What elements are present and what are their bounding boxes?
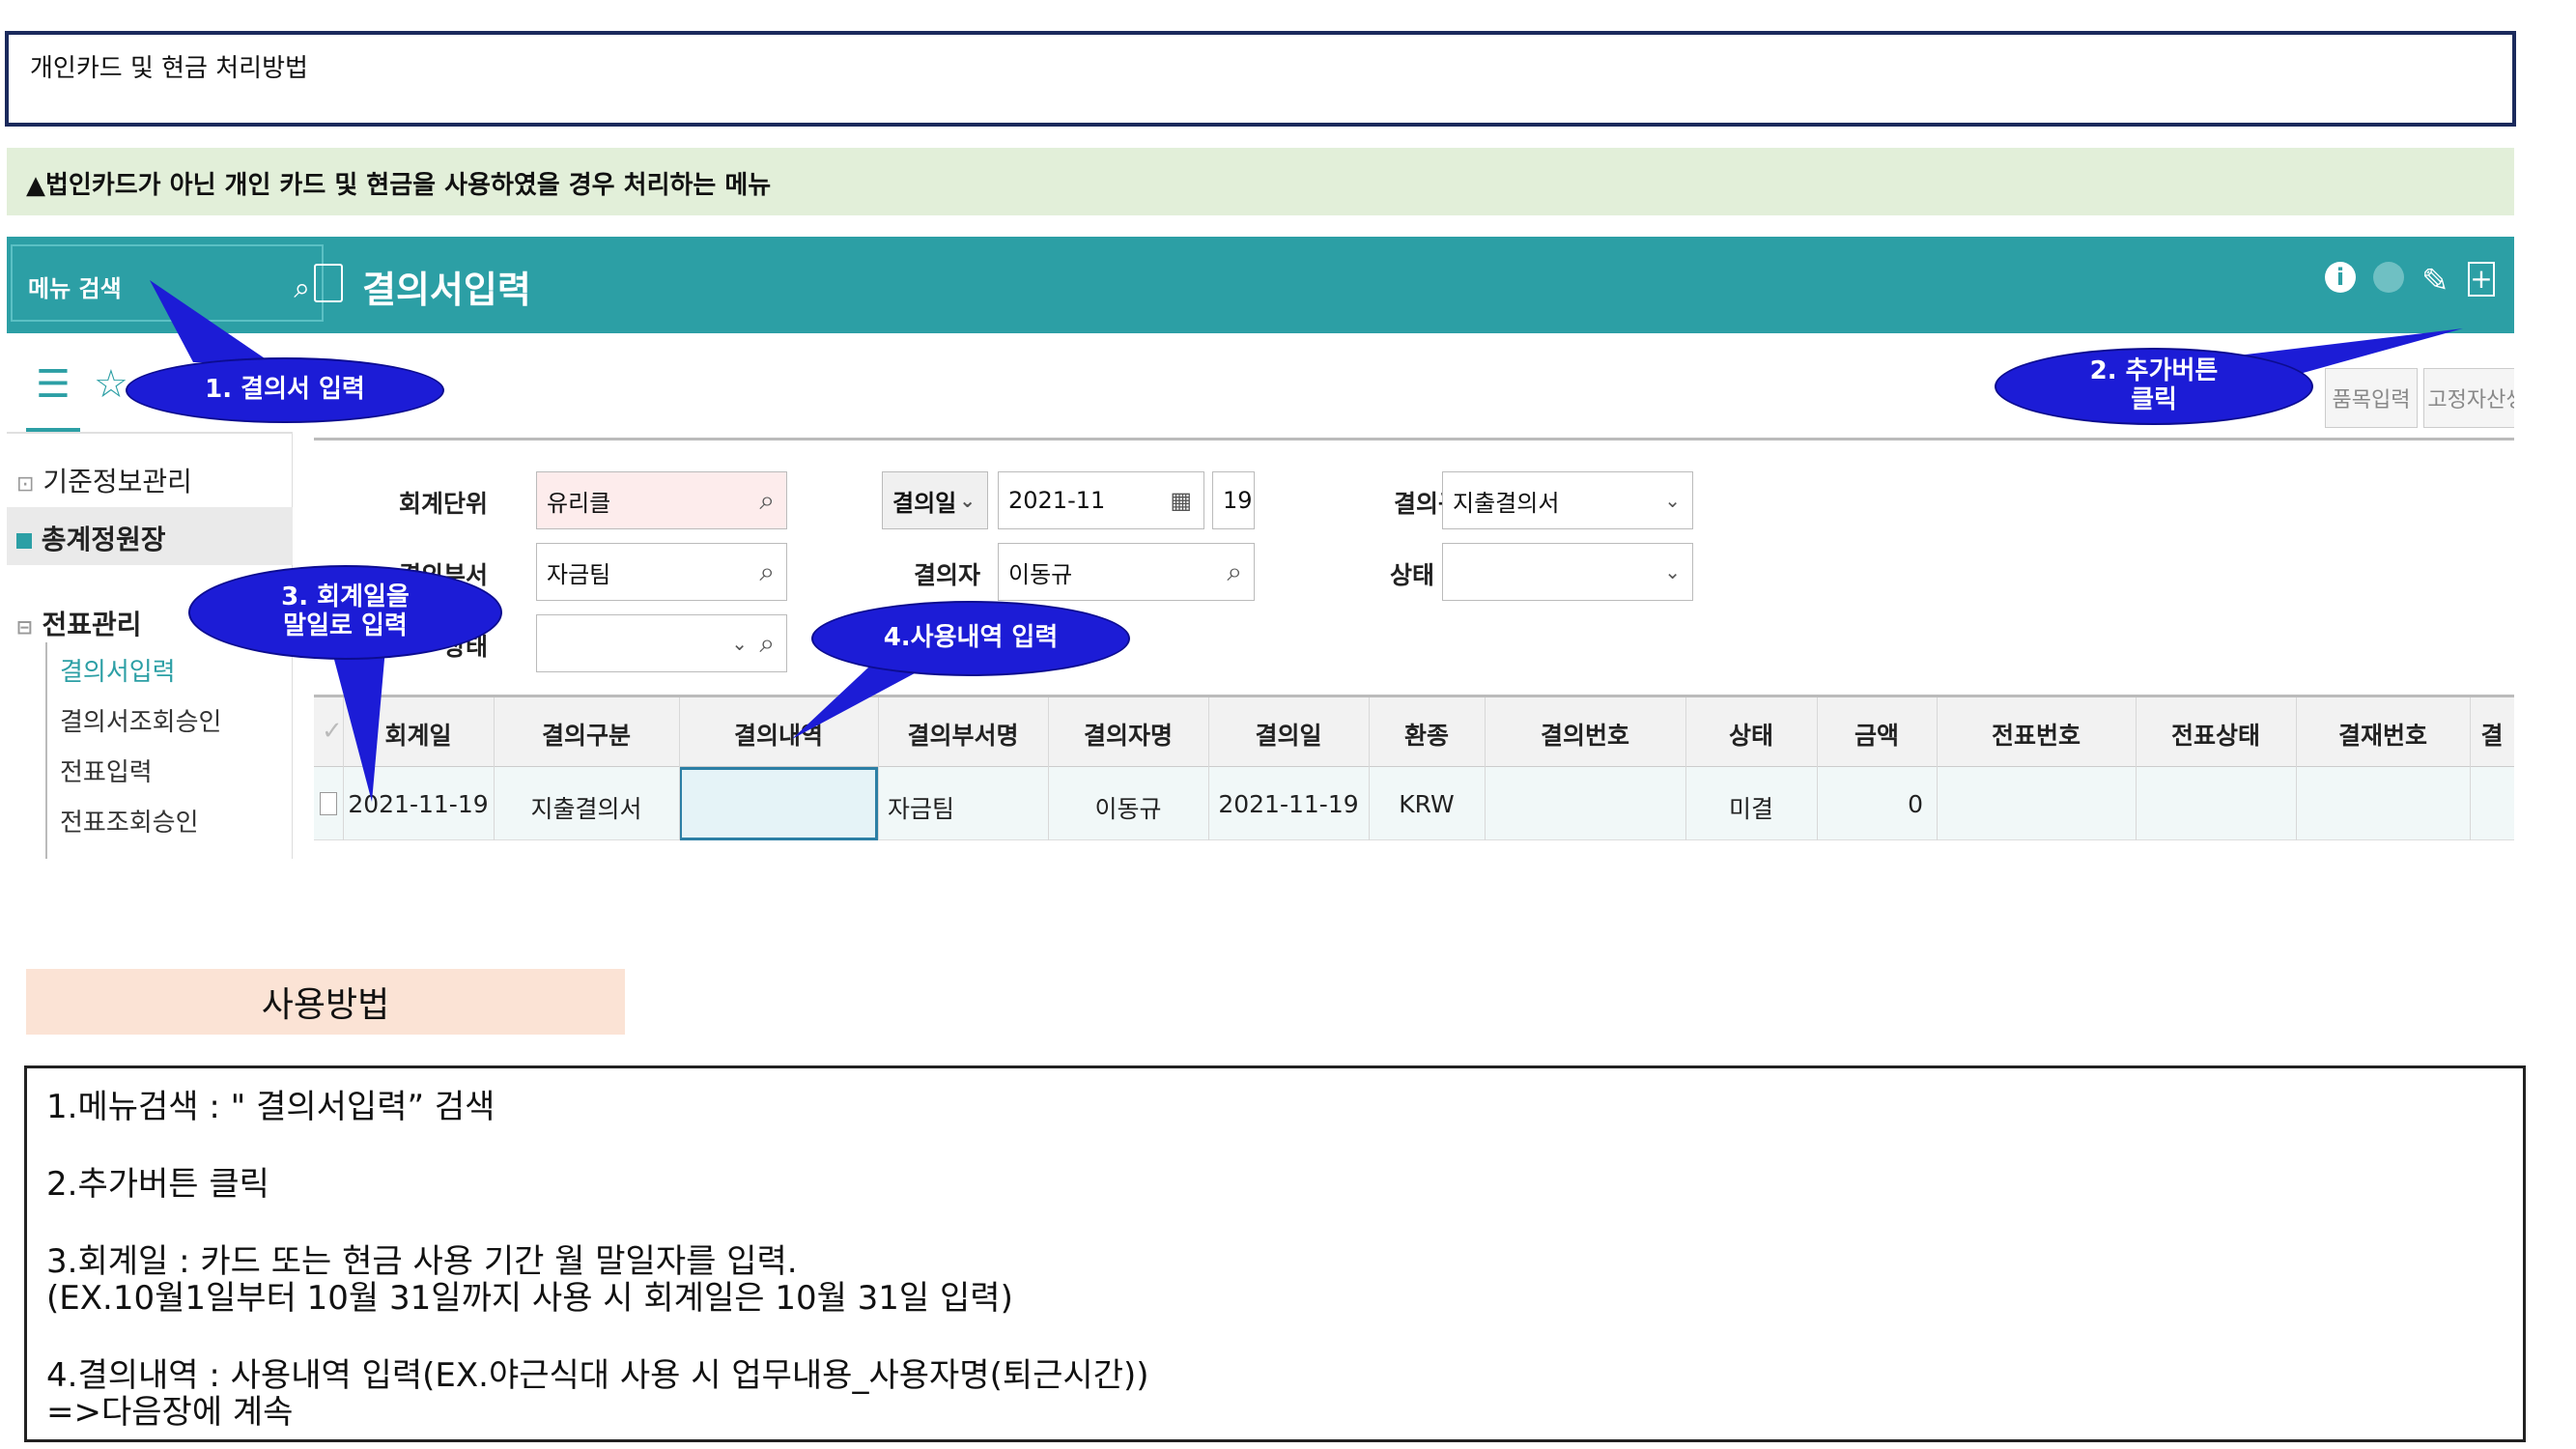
callout-3: 3. 회계일을 말일로 입력 <box>188 565 502 660</box>
howto-box: 1.메뉴검색 : " 결의서입력” 검색 2.추가버튼 클릭 3.회계일 : 카… <box>24 1065 2526 1442</box>
callout-1: 1. 결의서 입력 <box>126 357 444 423</box>
howto-line-2: 2.추가버튼 클릭 <box>46 1165 269 1204</box>
callout-1-pointer <box>150 280 270 362</box>
howto-line-6: =>다음장에 계속 <box>46 1393 294 1432</box>
callout-2: 2. 추가버튼 클릭 <box>1995 348 2313 425</box>
howto-title: 사용방법 <box>26 969 625 1035</box>
howto-line-4: (EX.10월1일부터 10월 31일까지 사용 시 회계일은 10월 31일 … <box>46 1279 1013 1318</box>
callout-3-pointer <box>328 638 386 802</box>
callout-4-pointer <box>792 667 927 739</box>
howto-line-1: 1.메뉴검색 : " 결의서입력” 검색 <box>46 1088 495 1126</box>
callout-4: 4.사용내역 입력 <box>811 601 1130 676</box>
